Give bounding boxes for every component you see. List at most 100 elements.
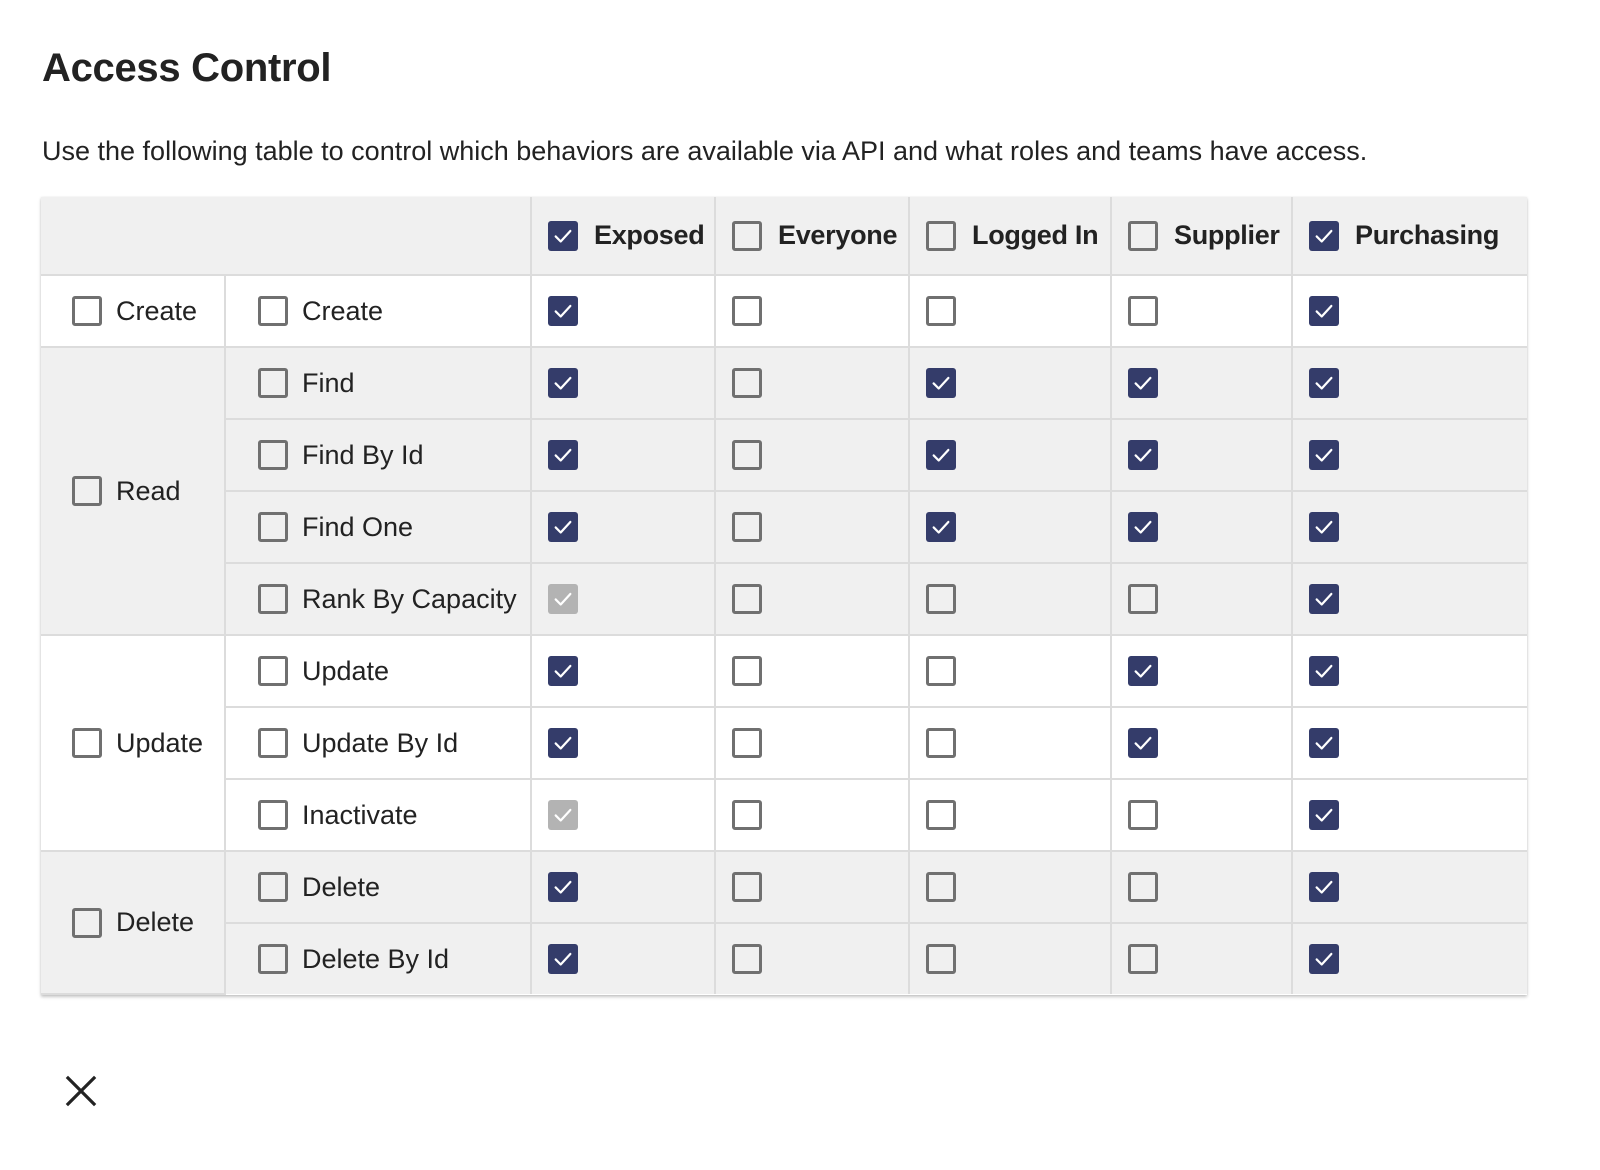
checkbox-unchecked[interactable] bbox=[72, 728, 102, 758]
checkbox-checked[interactable] bbox=[1309, 584, 1339, 614]
checkbox-checked[interactable] bbox=[1309, 944, 1339, 974]
checkbox-unchecked[interactable] bbox=[926, 220, 956, 251]
checkbox-unchecked[interactable] bbox=[72, 476, 102, 506]
header-empty-cell bbox=[41, 197, 532, 276]
checkbox-unchecked[interactable] bbox=[1128, 872, 1158, 902]
checkbox-checked[interactable] bbox=[1128, 656, 1158, 686]
operation-label: Delete By Id bbox=[302, 943, 450, 974]
checkbox-checked[interactable] bbox=[926, 512, 956, 542]
permission-cell-exposed bbox=[530, 850, 716, 924]
checkbox-unchecked[interactable] bbox=[258, 440, 288, 470]
checkbox-checked[interactable] bbox=[1309, 440, 1339, 470]
checkbox-unchecked[interactable] bbox=[926, 800, 956, 830]
checkbox-unchecked[interactable] bbox=[732, 296, 762, 326]
checkbox-unchecked[interactable] bbox=[732, 368, 762, 398]
checkmark-icon bbox=[554, 229, 572, 243]
checkbox-checked[interactable] bbox=[1309, 368, 1339, 398]
permission-cell-supplier bbox=[1110, 490, 1293, 564]
checkbox-unchecked[interactable] bbox=[926, 296, 956, 326]
checkbox-unchecked[interactable] bbox=[258, 368, 288, 398]
permission-cell-supplier bbox=[1110, 778, 1293, 852]
checkbox-checked[interactable] bbox=[548, 512, 578, 542]
checkbox-unchecked[interactable] bbox=[258, 584, 288, 614]
checkbox-checked[interactable] bbox=[1309, 728, 1339, 758]
group-label: Update bbox=[116, 727, 204, 758]
checkbox-unchecked[interactable] bbox=[1128, 296, 1158, 326]
permission-cell-exposed bbox=[530, 418, 716, 492]
column-header-purchasing: Purchasing bbox=[1291, 197, 1527, 276]
permission-cell-exposed bbox=[530, 922, 716, 994]
checkbox-unchecked[interactable] bbox=[732, 944, 762, 974]
column-header-logged-in: Logged In bbox=[908, 197, 1112, 276]
checkbox-checked[interactable] bbox=[1128, 440, 1158, 470]
checkmark-icon bbox=[932, 376, 950, 390]
checkbox-checked[interactable] bbox=[548, 728, 578, 758]
checkbox-unchecked[interactable] bbox=[72, 907, 102, 938]
checkbox-unchecked[interactable] bbox=[258, 944, 288, 974]
checkbox-checked[interactable] bbox=[926, 440, 956, 470]
access-control-table: Exposed Everyone Logged In Supplier Purc… bbox=[41, 197, 1527, 995]
checkbox-unchecked[interactable] bbox=[1128, 800, 1158, 830]
checkbox-unchecked[interactable] bbox=[258, 728, 288, 758]
permission-cell-logged-in bbox=[908, 490, 1112, 564]
checkbox-unchecked[interactable] bbox=[72, 296, 102, 326]
checkmark-icon bbox=[554, 808, 572, 822]
checkbox-checked[interactable] bbox=[548, 656, 578, 686]
checkbox-checked[interactable] bbox=[548, 872, 578, 902]
checkbox-unchecked[interactable] bbox=[926, 656, 956, 686]
permission-cell-everyone bbox=[714, 634, 910, 708]
checkbox-unchecked[interactable] bbox=[258, 512, 288, 542]
checkbox-checked[interactable] bbox=[548, 368, 578, 398]
checkbox-checked[interactable] bbox=[1309, 800, 1339, 830]
permission-cell-everyone bbox=[714, 490, 910, 564]
checkmark-icon bbox=[932, 448, 950, 462]
close-button[interactable] bbox=[62, 1072, 100, 1110]
checkbox-checked[interactable] bbox=[548, 220, 578, 251]
checkbox-unchecked[interactable] bbox=[926, 728, 956, 758]
checkbox-unchecked[interactable] bbox=[258, 296, 288, 326]
checkbox-checked[interactable] bbox=[1309, 512, 1339, 542]
column-label: Supplier bbox=[1174, 220, 1280, 250]
table-row: Find One bbox=[41, 490, 1527, 564]
checkbox-checked[interactable] bbox=[548, 440, 578, 470]
checkbox-checked[interactable] bbox=[548, 296, 578, 326]
checkbox-checked[interactable] bbox=[548, 944, 578, 974]
permission-cell-everyone bbox=[714, 346, 910, 420]
checkbox-unchecked[interactable] bbox=[732, 220, 762, 251]
operation-cell: Delete bbox=[224, 850, 532, 924]
checkbox-unchecked[interactable] bbox=[258, 872, 288, 902]
checkbox-checked[interactable] bbox=[1309, 872, 1339, 902]
checkbox-unchecked[interactable] bbox=[1128, 220, 1158, 251]
checkbox-unchecked[interactable] bbox=[1128, 944, 1158, 974]
checkbox-checked[interactable] bbox=[1128, 512, 1158, 542]
checkbox-unchecked[interactable] bbox=[732, 512, 762, 542]
group-cell: Delete bbox=[41, 850, 226, 995]
checkbox-checked[interactable] bbox=[1309, 296, 1339, 326]
checkbox-unchecked[interactable] bbox=[732, 584, 762, 614]
checkbox-unchecked[interactable] bbox=[926, 584, 956, 614]
checkbox-checked[interactable] bbox=[1309, 220, 1339, 251]
checkbox-unchecked[interactable] bbox=[926, 944, 956, 974]
checkbox-checked[interactable] bbox=[926, 368, 956, 398]
checkbox-checked[interactable] bbox=[1309, 656, 1339, 686]
permission-cell-purchasing bbox=[1291, 850, 1527, 924]
checkbox-unchecked[interactable] bbox=[732, 800, 762, 830]
checkbox-unchecked[interactable] bbox=[1128, 584, 1158, 614]
checkbox-checked[interactable] bbox=[1128, 368, 1158, 398]
permission-cell-logged-in bbox=[908, 706, 1112, 780]
checkbox-unchecked[interactable] bbox=[732, 440, 762, 470]
page-title: Access Control bbox=[42, 46, 332, 90]
checkbox-unchecked[interactable] bbox=[732, 656, 762, 686]
checkbox-unchecked[interactable] bbox=[258, 800, 288, 830]
checkmark-icon bbox=[1315, 229, 1333, 243]
checkmark-icon bbox=[554, 880, 572, 894]
checkbox-unchecked[interactable] bbox=[926, 872, 956, 902]
checkmark-icon bbox=[1315, 448, 1333, 462]
table-row: Update Update bbox=[41, 634, 1527, 852]
checkbox-checked[interactable] bbox=[1128, 728, 1158, 758]
checkmark-icon bbox=[1315, 592, 1333, 606]
checkmark-icon bbox=[554, 592, 572, 606]
checkbox-unchecked[interactable] bbox=[732, 728, 762, 758]
checkbox-unchecked[interactable] bbox=[258, 656, 288, 686]
checkbox-unchecked[interactable] bbox=[732, 872, 762, 902]
